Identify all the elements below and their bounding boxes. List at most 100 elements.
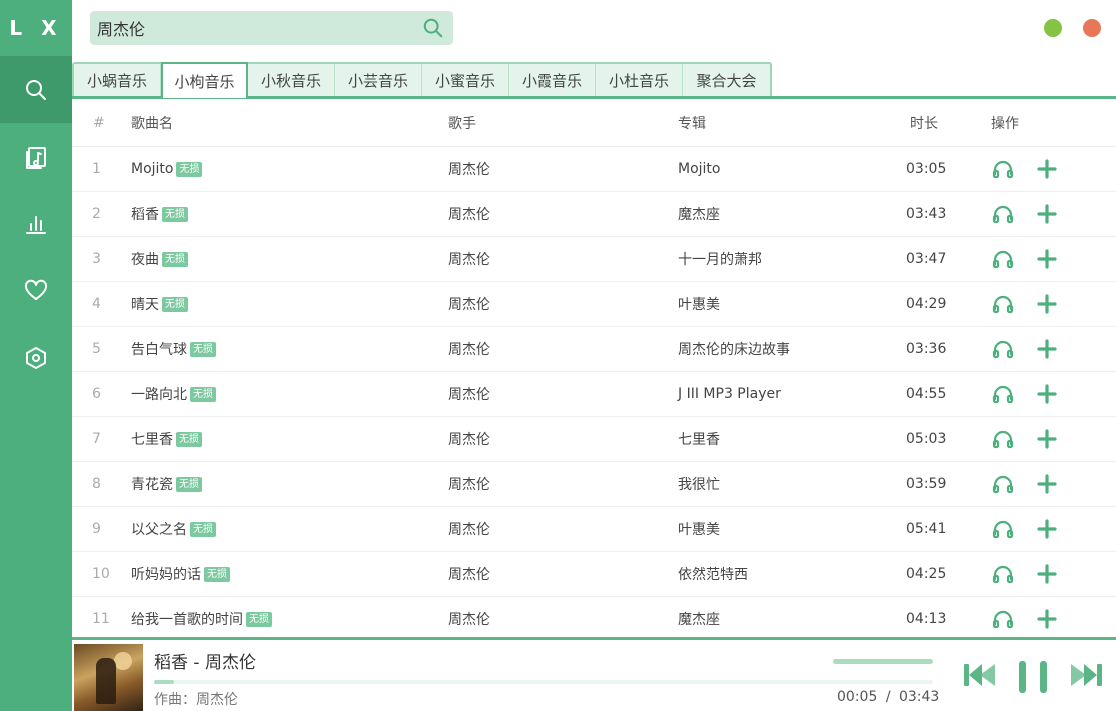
play-button[interactable] bbox=[991, 604, 1035, 634]
play-button[interactable] bbox=[991, 154, 1035, 184]
headphones-icon bbox=[992, 610, 1014, 629]
current-time: 00:05 bbox=[837, 689, 878, 705]
tab-1[interactable]: 小枸音乐 bbox=[161, 62, 249, 98]
song-name-cell: 一路向北 无损 bbox=[131, 384, 448, 404]
play-button[interactable] bbox=[991, 289, 1035, 319]
tab-6[interactable]: 小杜音乐 bbox=[596, 64, 684, 96]
play-button[interactable] bbox=[991, 424, 1035, 454]
add-to-list-button[interactable] bbox=[1035, 199, 1079, 229]
album-cell: 依然范特西 bbox=[678, 567, 748, 583]
add-to-list-button[interactable] bbox=[1035, 379, 1079, 409]
play-button[interactable] bbox=[991, 199, 1035, 229]
sidebar-item-settings[interactable] bbox=[0, 324, 72, 391]
add-to-list-button[interactable] bbox=[1035, 424, 1079, 454]
duration-cell: 04:55 bbox=[906, 386, 947, 402]
duration-cell: 04:29 bbox=[906, 296, 947, 312]
add-to-list-button[interactable] bbox=[1035, 469, 1079, 499]
duration-cell: 03:47 bbox=[906, 251, 947, 267]
add-to-list-button[interactable] bbox=[1035, 604, 1079, 634]
lossless-badge: 无损 bbox=[176, 161, 203, 177]
song-name-cell: 以父之名 无损 bbox=[131, 519, 448, 539]
tab-5[interactable]: 小霞音乐 bbox=[509, 64, 597, 96]
row-index: 2 bbox=[92, 206, 101, 222]
row-index: 3 bbox=[92, 251, 101, 267]
progress-bar[interactable] bbox=[154, 680, 933, 684]
actions-cell bbox=[991, 334, 1091, 364]
tab-4[interactable]: 小蜜音乐 bbox=[422, 64, 510, 96]
actions-cell bbox=[991, 379, 1091, 409]
play-button[interactable] bbox=[991, 379, 1035, 409]
skip-next-icon bbox=[1071, 664, 1102, 686]
add-to-list-button[interactable] bbox=[1035, 289, 1079, 319]
search-icon bbox=[423, 18, 443, 38]
play-button[interactable] bbox=[991, 559, 1035, 589]
album-cover[interactable] bbox=[74, 644, 143, 711]
pause-button[interactable] bbox=[1016, 660, 1052, 698]
add-to-list-button[interactable] bbox=[1035, 559, 1079, 589]
actions-cell bbox=[991, 199, 1091, 229]
sidebar-item-favorites[interactable] bbox=[0, 257, 72, 324]
table-row[interactable]: 8 青花瓷 无损 周杰伦 我很忙 03:59 bbox=[72, 462, 1116, 507]
actions-cell bbox=[991, 514, 1091, 544]
song-name: 稻香 bbox=[131, 207, 159, 223]
table-row[interactable]: 6 一路向北 无损 周杰伦 J III MP3 Player 04:55 bbox=[72, 372, 1116, 417]
table-row[interactable]: 9 以父之名 无损 周杰伦 叶惠美 05:41 bbox=[72, 507, 1116, 552]
search-input[interactable] bbox=[90, 18, 413, 38]
singer-cell: 周杰伦 bbox=[448, 342, 490, 358]
duration-cell: 03:05 bbox=[906, 161, 947, 177]
song-name-cell: 青花瓷 无损 bbox=[131, 474, 448, 494]
song-name: 以父之名 bbox=[131, 522, 187, 538]
actions-cell bbox=[991, 424, 1091, 454]
actions-cell bbox=[991, 469, 1091, 499]
song-name: 听妈妈的话 bbox=[131, 567, 201, 583]
play-button[interactable] bbox=[991, 244, 1035, 274]
tab-7[interactable]: 聚合大会 bbox=[683, 64, 770, 96]
sidebar-item-leaderboard[interactable] bbox=[0, 190, 72, 257]
duration-cell: 04:13 bbox=[906, 611, 947, 627]
play-button[interactable] bbox=[991, 469, 1035, 499]
previous-button[interactable] bbox=[962, 660, 998, 694]
table-row[interactable]: 2 稻香 无损 周杰伦 魔杰座 03:43 bbox=[72, 192, 1116, 237]
lossless-badge: 无损 bbox=[176, 476, 202, 492]
song-table: # 歌曲名 歌手 专辑 时长 操作 1 Mojito 无损 周杰伦 Mojito 03:0… bbox=[72, 99, 1116, 637]
volume-slider[interactable] bbox=[833, 659, 933, 664]
table-row[interactable]: 7 七里香 无损 周杰伦 七里香 05:03 bbox=[72, 417, 1116, 462]
headphones-icon bbox=[992, 520, 1014, 539]
add-to-list-button[interactable] bbox=[1035, 244, 1079, 274]
table-row[interactable]: 5 告白气球 无损 周杰伦 周杰伦的床边故事 03:36 bbox=[72, 327, 1116, 372]
next-button[interactable] bbox=[1068, 660, 1104, 694]
song-name: Mojito bbox=[131, 161, 174, 177]
lossless-badge: 无损 bbox=[204, 566, 230, 582]
table-row[interactable]: 11 给我一首歌的时间 无损 周杰伦 魔杰座 04:13 bbox=[72, 597, 1116, 637]
singer-cell: 周杰伦 bbox=[448, 567, 490, 583]
sidebar-item-song-list[interactable] bbox=[0, 123, 72, 190]
play-button[interactable] bbox=[991, 514, 1035, 544]
add-to-list-button[interactable] bbox=[1035, 334, 1079, 364]
album-cell: 我很忙 bbox=[678, 477, 720, 493]
skip-previous-icon bbox=[964, 664, 995, 686]
table-row[interactable]: 10 听妈妈的话 无损 周杰伦 依然范特西 04:25 bbox=[72, 552, 1116, 597]
song-name: 一路向北 bbox=[131, 387, 187, 403]
sidebar-item-search[interactable] bbox=[0, 56, 72, 123]
table-row[interactable]: 1 Mojito 无损 周杰伦 Mojito 03:05 bbox=[72, 147, 1116, 192]
add-to-list-button[interactable] bbox=[1035, 154, 1079, 184]
album-cell: 周杰伦的床边故事 bbox=[678, 342, 790, 358]
play-button[interactable] bbox=[991, 334, 1035, 364]
lossless-badge: 无损 bbox=[246, 611, 272, 627]
tab-3[interactable]: 小芸音乐 bbox=[335, 64, 423, 96]
minimize-button[interactable] bbox=[1044, 19, 1062, 37]
row-index: 11 bbox=[92, 611, 110, 627]
row-index: 5 bbox=[92, 341, 101, 357]
lossless-badge: 无损 bbox=[176, 431, 202, 447]
time-display: 00:05 / 03:43 bbox=[837, 689, 939, 705]
source-tabs: 小蜗音乐 小枸音乐 小秋音乐 小芸音乐 小蜜音乐 小霞音乐 小杜音乐 聚合大会 bbox=[72, 62, 1116, 99]
table-row[interactable]: 4 晴天 无损 周杰伦 叶惠美 04:29 bbox=[72, 282, 1116, 327]
search-button[interactable] bbox=[413, 11, 453, 45]
tab-2[interactable]: 小秋音乐 bbox=[248, 64, 336, 96]
tab-0[interactable]: 小蜗音乐 bbox=[74, 64, 161, 96]
table-row[interactable]: 3 夜曲 无损 周杰伦 十一月的萧邦 03:47 bbox=[72, 237, 1116, 282]
singer-cell: 周杰伦 bbox=[448, 432, 490, 448]
album-cell: 七里香 bbox=[678, 432, 720, 448]
close-button[interactable] bbox=[1083, 19, 1101, 37]
add-to-list-button[interactable] bbox=[1035, 514, 1079, 544]
